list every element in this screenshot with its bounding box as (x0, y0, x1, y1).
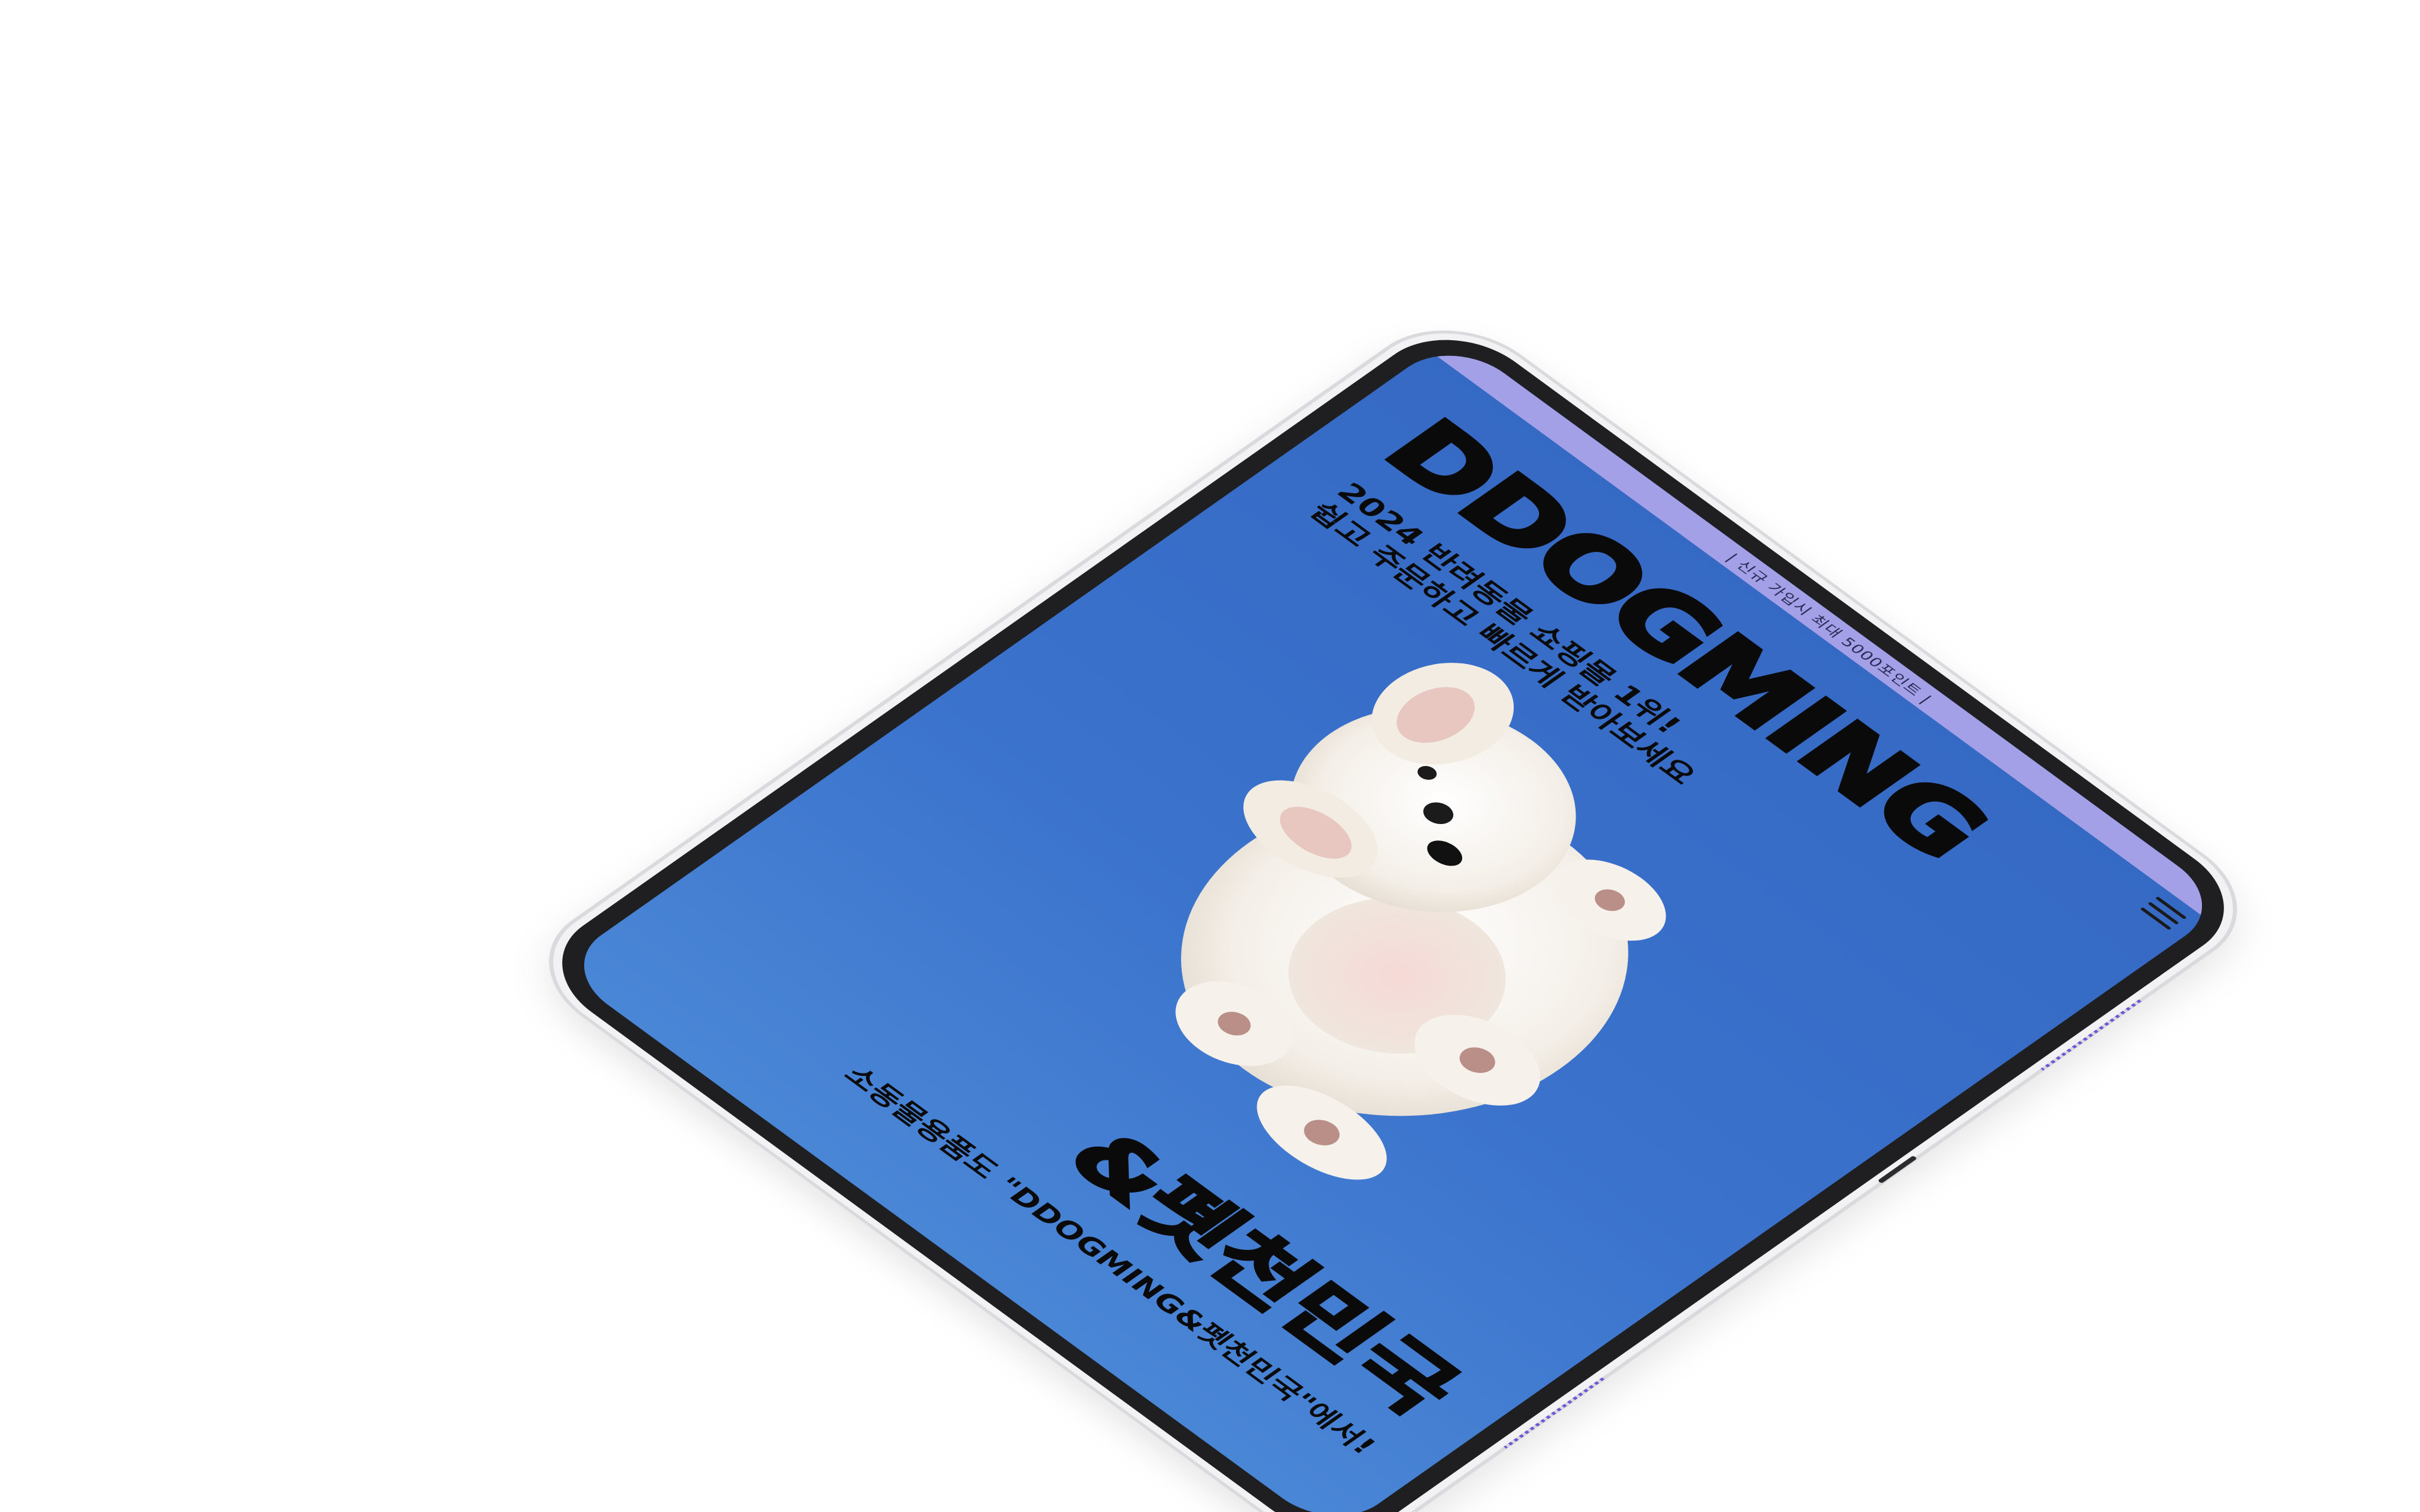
tablet-screen: | 신규 가입시 최대 5000포인트 | DDOGMING 2024 반려동물… (556, 335, 2230, 1512)
menu-bar (2147, 902, 2179, 925)
tablet-device: | 신규 가입시 최대 5000포인트 | DDOGMING 2024 반려동물… (510, 302, 2276, 1512)
hamburger-menu-icon[interactable] (2140, 896, 2187, 931)
scene: | 신규 가입시 최대 5000포인트 | DDOGMING 2024 반려동물… (0, 0, 2420, 1512)
menu-bar (2140, 907, 2172, 931)
